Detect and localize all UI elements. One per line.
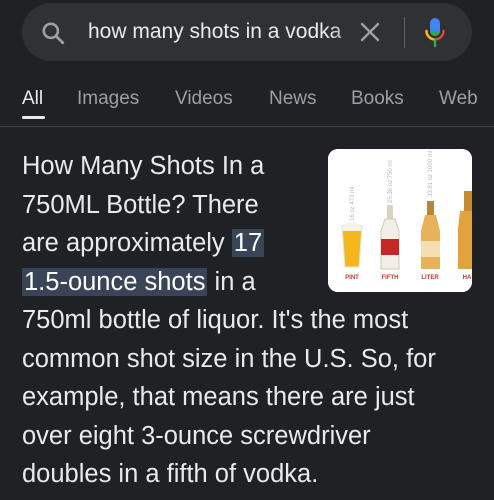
- search-bar[interactable]: how many shots in a vodka: [22, 3, 472, 61]
- close-icon[interactable]: [358, 20, 382, 44]
- snippet-text: are approximately: [22, 229, 232, 257]
- tab-web[interactable]: Web: [439, 88, 478, 110]
- liter-label: LITER: [421, 275, 439, 281]
- liter-volume-label: 33.81 oz 1000 ml: [428, 151, 434, 197]
- fifth-label: FIFTH: [382, 275, 399, 281]
- pint-volume-label: 16 oz 473 ml: [350, 187, 356, 221]
- search-results-page: how many shots in a vodka All Images Vid…: [0, 0, 494, 500]
- snippet-line: 750ML Bottle? There: [22, 190, 259, 219]
- snippet-thumbnail-image[interactable]: 16 oz 473 ml 25.36 oz 750 ml 33.81 oz 10…: [328, 149, 472, 292]
- tabs-divider: [0, 126, 494, 127]
- pint-label: PINT: [345, 275, 359, 281]
- active-tab-indicator: [22, 116, 45, 119]
- search-icon[interactable]: [40, 20, 66, 46]
- tab-books[interactable]: Books: [351, 88, 404, 110]
- snippet-line: example, that means there are just: [22, 383, 415, 411]
- featured-snippet-body: 750ml bottle of liquor. It's the most co…: [22, 301, 492, 494]
- featured-snippet-heading: How Many Shots In a 750ML Bottle? There …: [22, 147, 312, 301]
- search-bar-divider: [404, 17, 405, 48]
- snippet-highlight: 17: [231, 229, 265, 257]
- snippet-line: doubles in a fifth of vodka.: [22, 460, 319, 488]
- snippet-line: 750ml bottle of liquor. It's the most: [22, 306, 409, 334]
- snippet-line: common shot size in the U.S. So, for: [22, 344, 436, 373]
- search-tabs: All Images Videos News Books Web: [0, 80, 494, 124]
- snippet-highlight: 1.5-ounce shots: [22, 267, 208, 296]
- tab-images[interactable]: Images: [77, 88, 139, 110]
- snippet-line: over eight 3-ounce screwdriver: [22, 421, 371, 450]
- tab-videos[interactable]: Videos: [175, 88, 233, 110]
- snippet-line: are approximately 17: [22, 224, 312, 263]
- snippet-line: 1.5-ounce shots in a: [22, 263, 312, 302]
- snippet-text: in a: [207, 267, 256, 296]
- search-query-text: how many shots in a vodka: [88, 20, 342, 43]
- half-gallon-label: HA: [463, 275, 472, 281]
- fifth-volume-label: 25.36 oz 750 ml: [388, 160, 394, 203]
- microphone-icon[interactable]: [424, 17, 446, 49]
- tab-all[interactable]: All: [22, 88, 43, 110]
- bottle-sizes-illustration: 16 oz 473 ml 25.36 oz 750 ml 33.81 oz 10…: [328, 149, 472, 292]
- tab-news[interactable]: News: [269, 88, 317, 110]
- snippet-line: How Many Shots In a: [22, 152, 265, 180]
- search-input[interactable]: how many shots in a vodka: [88, 3, 370, 61]
